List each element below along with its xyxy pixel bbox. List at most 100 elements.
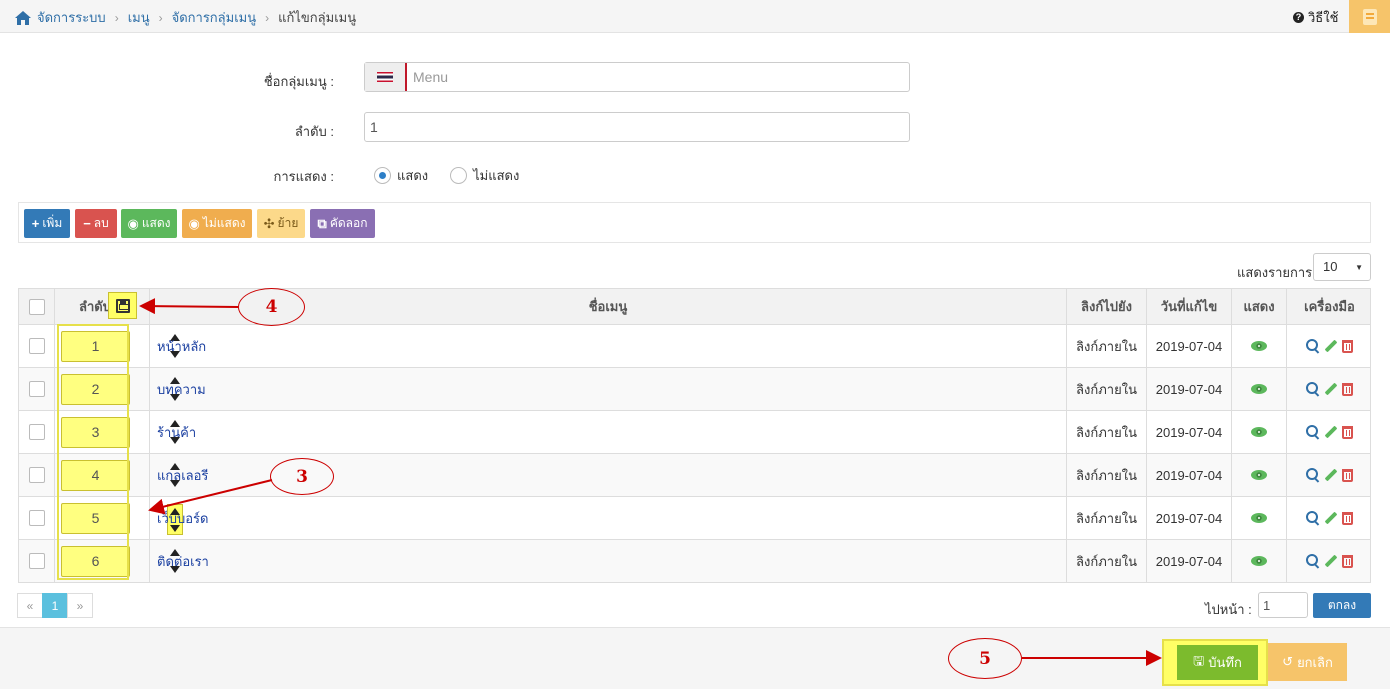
trash-icon[interactable] — [1342, 339, 1353, 353]
radio-hide[interactable]: ไม่แสดง — [450, 165, 519, 186]
row-tools-cell — [1287, 368, 1372, 410]
save-order-button[interactable] — [108, 292, 137, 319]
add-button[interactable]: + เพิ่ม — [24, 209, 70, 238]
trash-icon[interactable] — [1342, 511, 1353, 525]
notes-button[interactable] — [1349, 0, 1390, 33]
header-show-label: แสดง — [1243, 299, 1275, 314]
move-button[interactable]: ✣ ย้าย — [257, 209, 305, 238]
table-row: 1 หน้าหลัก ลิงก์ภายใน 2019-07-04 — [19, 324, 1370, 367]
eye-icon[interactable] — [1251, 384, 1267, 394]
row-show-cell — [1232, 325, 1287, 367]
eye-icon[interactable] — [1251, 470, 1267, 480]
eye-icon[interactable] — [1251, 427, 1267, 437]
action-toolbar: + เพิ่ม − ลบ ◉ แสดง ◉ ไม่แสดง ✣ ย้าย ⧉ คัดลอก — [18, 202, 1371, 243]
menu-name-link[interactable]: ติดต่อเรา — [157, 551, 209, 572]
row-date-cell: 2019-07-04 — [1147, 368, 1232, 410]
breadcrumb-system[interactable]: จัดการระบบ — [37, 7, 106, 28]
home-icon[interactable] — [15, 10, 31, 25]
thai-flag-icon — [377, 72, 393, 82]
row-show-cell — [1232, 368, 1287, 410]
row-checkbox[interactable] — [28, 338, 45, 354]
trash-icon[interactable] — [1342, 554, 1353, 568]
menu-name-link[interactable]: แกลเลอรี — [157, 465, 208, 486]
eye-icon[interactable] — [1251, 556, 1267, 566]
eye-icon[interactable] — [1251, 341, 1267, 351]
menu-group-name-input[interactable] — [407, 63, 909, 91]
language-flag[interactable] — [365, 63, 407, 91]
search-icon[interactable] — [1306, 554, 1320, 568]
name-field-group — [364, 62, 910, 92]
eye-slash-icon: ◉ — [188, 215, 200, 231]
trash-icon[interactable] — [1342, 468, 1353, 482]
row-order-cell: 2 — [55, 368, 180, 410]
order-input[interactable] — [364, 112, 910, 142]
goto-page-button[interactable]: ตกลง — [1313, 593, 1371, 618]
header-link[interactable]: ลิงก์ไปยัง — [1067, 289, 1147, 324]
pencil-icon[interactable] — [1324, 425, 1338, 439]
order-field[interactable]: 5 — [61, 502, 130, 534]
order-field[interactable]: 1 — [61, 330, 130, 362]
menu-name-link[interactable]: หน้าหลัก — [157, 336, 206, 357]
order-field[interactable]: 4 — [61, 459, 130, 491]
pencil-icon[interactable] — [1324, 468, 1338, 482]
save-button[interactable]: 🖫 บันทึก — [1177, 645, 1258, 680]
header-date[interactable]: วันที่แก้ไข — [1147, 289, 1232, 324]
search-icon[interactable] — [1306, 339, 1320, 353]
row-tools-cell — [1287, 540, 1372, 582]
breadcrumb-menu-groups[interactable]: จัดการกลุ่มเมนู — [172, 7, 257, 28]
radio-show-button[interactable] — [374, 167, 391, 184]
row-checkbox[interactable] — [28, 424, 45, 440]
modified-date: 2019-07-04 — [1155, 424, 1223, 440]
goto-page-input[interactable] — [1258, 592, 1308, 618]
eye-icon[interactable] — [1251, 513, 1267, 523]
trash-icon[interactable] — [1342, 382, 1353, 396]
header-show[interactable]: แสดง — [1232, 289, 1287, 324]
row-checkbox[interactable] — [28, 510, 45, 526]
radio-show-label: แสดง — [397, 168, 429, 183]
pencil-icon[interactable] — [1324, 382, 1338, 396]
pencil-icon[interactable] — [1324, 554, 1338, 568]
link-type: ลิงก์ภายใน — [1076, 510, 1137, 526]
order-field[interactable]: 3 — [61, 416, 130, 448]
show-button[interactable]: ◉ แสดง — [121, 209, 177, 238]
next-page-button[interactable]: » — [67, 593, 93, 618]
cancel-button[interactable]: ↺ ยกเลิก — [1268, 643, 1347, 681]
page-1-button[interactable]: 1 — [42, 593, 68, 618]
menu-name-link[interactable]: ร้านค้า — [157, 422, 196, 443]
pencil-icon[interactable] — [1324, 339, 1338, 353]
chevron-right-icon: › — [158, 10, 163, 25]
row-order-cell: 6 — [55, 540, 180, 582]
copy-button[interactable]: ⧉ คัดลอก — [310, 209, 375, 238]
row-checkbox[interactable] — [28, 467, 45, 483]
page-size-select[interactable]: 10 ▼ — [1313, 253, 1371, 281]
order-field[interactable]: 2 — [61, 373, 130, 405]
display-radio-group: แสดง ไม่แสดง — [374, 165, 541, 186]
radio-show[interactable]: แสดง — [374, 165, 428, 186]
order-field[interactable]: 6 — [61, 545, 130, 577]
breadcrumb-current: แก้ไขกลุ่มเมนู — [278, 10, 357, 25]
menu-name-link[interactable]: เว็บบอร์ด — [157, 508, 208, 529]
help-link[interactable]: ? วิธีใช้ — [1293, 7, 1338, 28]
pencil-icon[interactable] — [1324, 511, 1338, 525]
show-label: แสดง — [141, 216, 171, 230]
row-checkbox[interactable] — [28, 381, 45, 397]
cancel-label: ยกเลิก — [1297, 654, 1333, 670]
prev-page-button[interactable]: « — [17, 593, 43, 618]
delete-label: ลบ — [93, 216, 109, 230]
trash-icon[interactable] — [1342, 425, 1353, 439]
delete-button[interactable]: − ลบ — [75, 209, 117, 238]
row-name-cell: เว็บบอร์ด — [150, 497, 1067, 539]
radio-hide-button[interactable] — [450, 167, 468, 184]
hide-button[interactable]: ◉ ไม่แสดง — [182, 209, 252, 238]
name-label: ชื่อกลุ่มเมนู : — [263, 74, 334, 89]
row-link-cell: ลิงก์ภายใน — [1067, 368, 1147, 410]
search-icon[interactable] — [1306, 468, 1320, 482]
search-icon[interactable] — [1306, 425, 1320, 439]
search-icon[interactable] — [1306, 382, 1320, 396]
breadcrumb-menu[interactable]: เมนู — [128, 7, 150, 28]
row-checkbox[interactable] — [28, 553, 45, 569]
table-row: 2 บทความ ลิงก์ภายใน 2019-07-04 — [19, 367, 1370, 410]
menu-name-link[interactable]: บทความ — [157, 379, 206, 400]
select-all-checkbox[interactable] — [28, 298, 45, 315]
search-icon[interactable] — [1306, 511, 1320, 525]
